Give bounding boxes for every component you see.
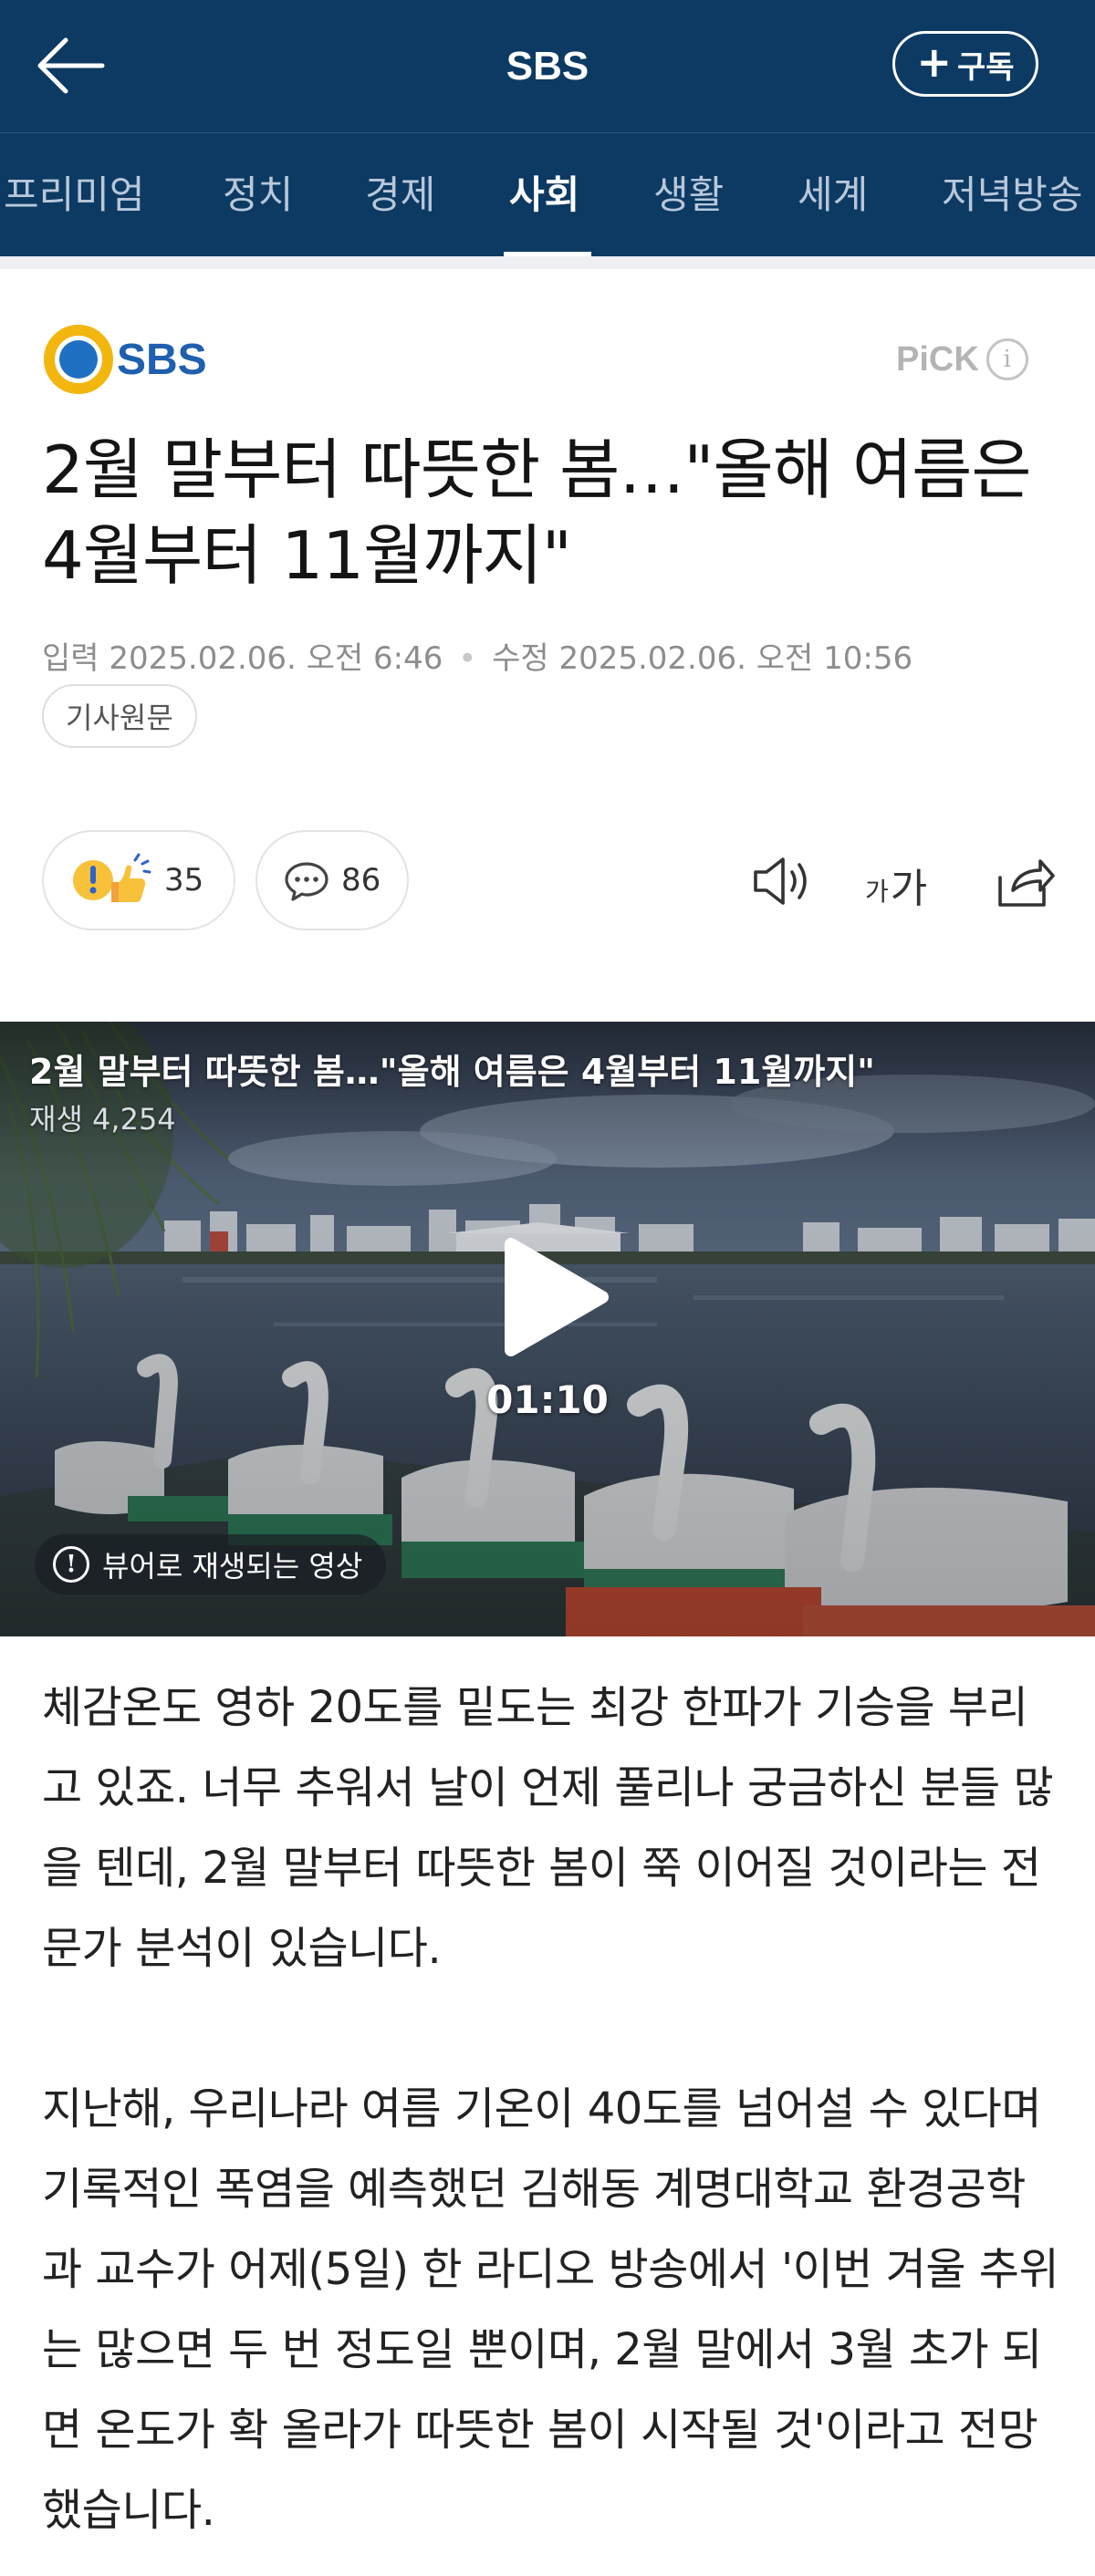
comment-icon (285, 862, 328, 901)
modified-label: 수정 (492, 640, 549, 677)
subscribe-button[interactable]: + 구독 (892, 31, 1038, 97)
article-headline: 2월 말부터 따뜻한 봄…"올해 여름은 4월부터 11월까지" (42, 431, 1032, 594)
article-body: 체감온도 영하 20도를 밑도는 최강 한파가 기승을 부리고 있죠. 너무 추… (42, 1667, 1064, 2550)
speaker-button[interactable] (746, 847, 819, 916)
reaction-button[interactable]: 35 (42, 830, 235, 930)
tab-politics[interactable]: 정치 (223, 133, 293, 256)
modified-date: 2025.02.06. 오전 10:56 (558, 640, 913, 677)
comment-count: 86 (341, 862, 381, 898)
sbs-logo-text: SBS (117, 336, 207, 384)
article-paragraph: 체감온도 영하 20도를 밑도는 최강 한파가 기승을 부리고 있죠. 너무 추… (42, 1682, 1054, 1974)
play-button[interactable] (500, 1233, 613, 1361)
video-play-count: 재생 4,254 (29, 1102, 176, 1137)
share-icon (998, 859, 1055, 907)
tab-evening-broadcast[interactable]: 저녁방송 (942, 133, 1083, 256)
tab-life[interactable]: 생활 (653, 133, 724, 256)
original-article-button[interactable]: 기사원문 (42, 684, 197, 748)
tab-premium[interactable]: 프리미엄 (4, 133, 145, 256)
video-player[interactable]: 2월 말부터 따뜻한 봄…"올해 여름은 4월부터 11월까지" 재생 4,25… (0, 1022, 1095, 1636)
tab-society[interactable]: 사회 (509, 133, 579, 256)
font-size-button[interactable]: 가 가 (865, 852, 927, 914)
viewer-notice-text: 뷰어로 재생되는 영상 (102, 1549, 363, 1584)
article-meta: 입력 2025.02.06. 오전 6:46 • 수정 2025.02.06. … (42, 633, 1064, 678)
viewer-notice: ! 뷰어로 재생되는 영상 (35, 1534, 387, 1594)
video-title: 2월 말부터 따뜻한 봄…"올해 여름은 4월부터 11월까지" (29, 1052, 875, 1092)
tab-world[interactable]: 세계 (798, 133, 868, 256)
video-duration: 01:10 (486, 1377, 609, 1422)
plus-icon: + (916, 37, 952, 87)
font-size-icon-small: 가 (865, 877, 889, 907)
back-button[interactable] (35, 33, 108, 99)
share-button[interactable] (987, 847, 1060, 916)
category-tabs: 프리미엄 정치 경제 사회 생활 세계 저녁방송 (0, 132, 1095, 256)
pick-label: PiCK (896, 339, 979, 379)
reaction-count: 35 (164, 862, 204, 898)
reaction-icon (73, 853, 151, 902)
play-icon (505, 1238, 609, 1356)
tab-economy[interactable]: 경제 (365, 133, 435, 256)
info-icon: i (986, 338, 1028, 380)
app-header: SBS + 구독 (0, 0, 1095, 132)
back-arrow-icon (37, 37, 105, 94)
font-size-icon-big: 가 (890, 866, 928, 912)
header-divider (0, 256, 1095, 269)
published-label: 입력 (42, 640, 99, 677)
subscribe-label: 구독 (956, 48, 1015, 86)
published-date: 2025.02.06. 오전 6:46 (109, 640, 443, 677)
article-paragraph: 지난해, 우리나라 여름 기온이 40도를 넘어설 수 있다며 기록적인 폭염을… (42, 2083, 1059, 2536)
pick-badge[interactable]: PiCK i (896, 336, 1028, 383)
meta-separator: • (458, 640, 477, 677)
speaker-icon (754, 857, 807, 905)
comment-button[interactable]: 86 (256, 830, 409, 930)
sbs-logo[interactable]: SBS (42, 321, 224, 398)
info-icon: ! (53, 1546, 89, 1583)
